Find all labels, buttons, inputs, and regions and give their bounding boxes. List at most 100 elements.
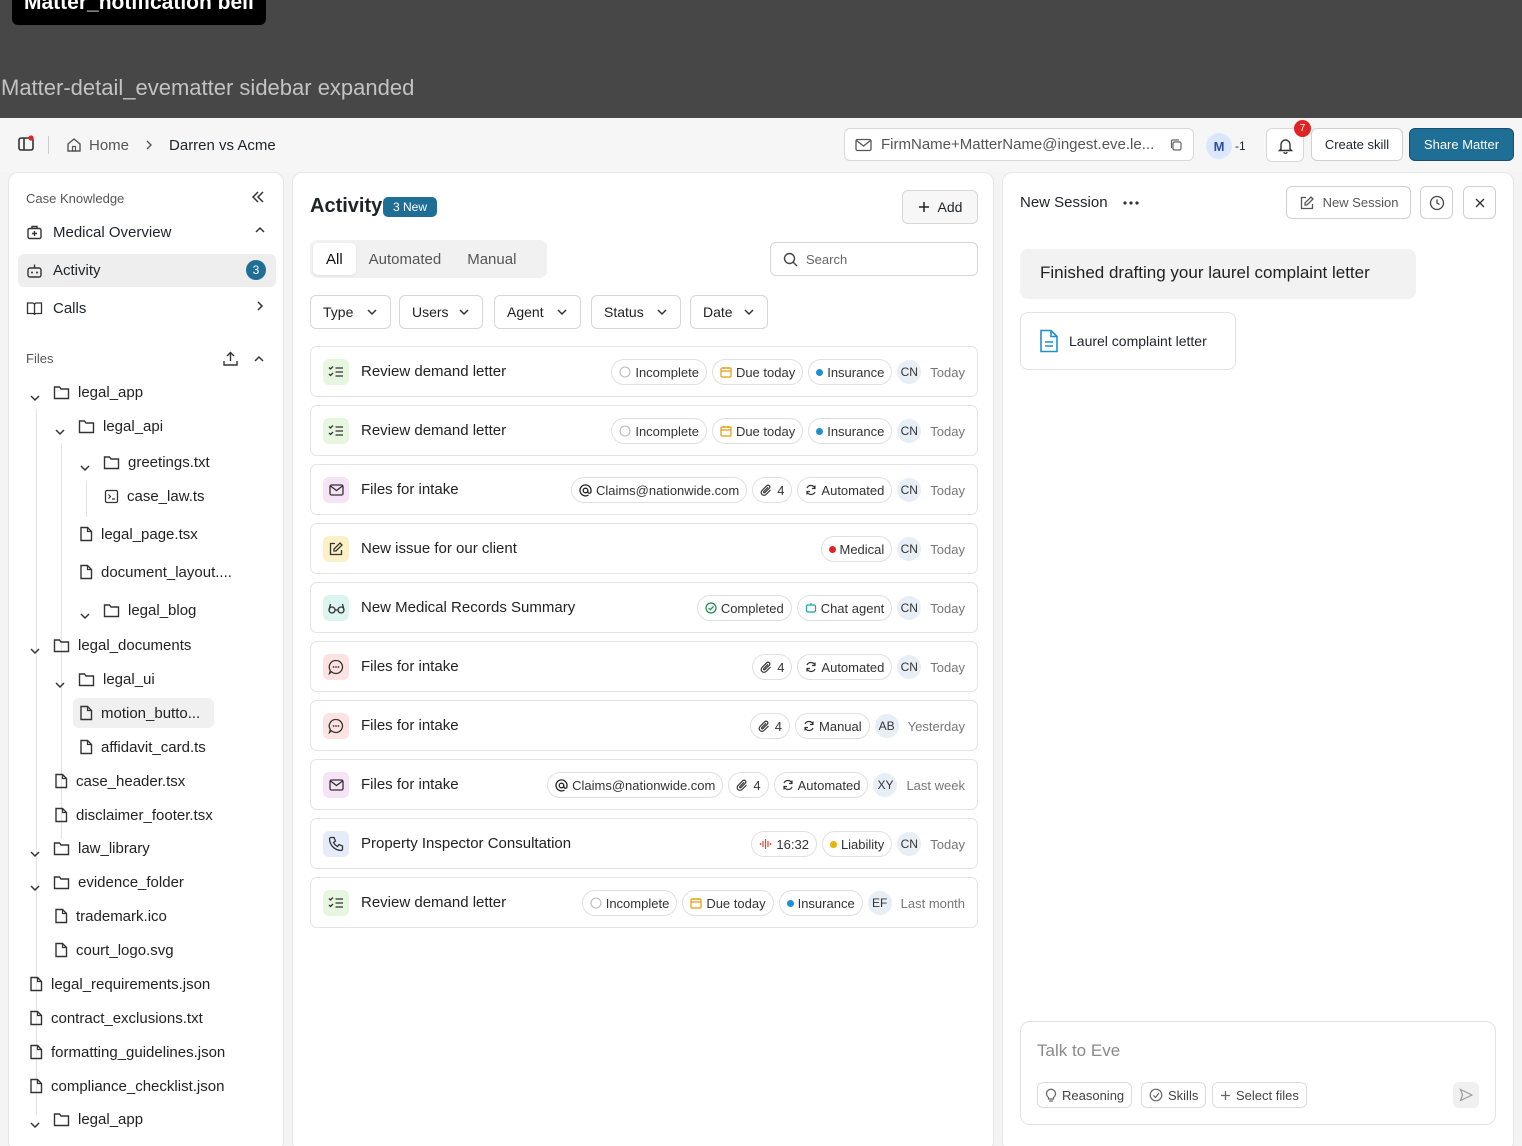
filter-status[interactable]: Status — [591, 295, 681, 329]
chevron-down-icon[interactable] — [29, 848, 41, 860]
share-matter-button[interactable]: Share Matter — [1409, 128, 1514, 161]
notification-bell-button[interactable]: 7 — [1266, 120, 1311, 162]
tab-manual[interactable]: Manual — [454, 243, 529, 275]
tree-file[interactable]: legal_page.tsx — [73, 519, 198, 549]
copy-icon[interactable] — [1169, 138, 1183, 152]
search-placeholder: Search — [806, 251, 848, 267]
activity-row[interactable]: Property Inspector Consultation 16:32 Liab… — [310, 818, 978, 869]
status-dot — [828, 545, 836, 553]
chat-composer[interactable]: Talk to Eve Reasoning Skills Select file… — [1020, 1021, 1496, 1125]
notification-count-badge: 7 — [1294, 120, 1311, 137]
chevron-down-icon[interactable] — [29, 882, 41, 894]
filter-label: Date — [703, 304, 733, 320]
chevron-down-icon[interactable] — [54, 679, 66, 691]
tree-file[interactable]: compliance_checklist.json — [23, 1071, 224, 1101]
chevron-down-icon[interactable] — [79, 462, 91, 474]
document-name: Laurel complaint letter — [1069, 333, 1207, 349]
chevron-down-icon[interactable] — [29, 392, 41, 404]
chat-input[interactable]: Talk to Eve — [1037, 1041, 1120, 1061]
tree-folder[interactable]: legal_blog — [97, 595, 196, 625]
tree-file[interactable]: affidavit_card.ts — [73, 732, 206, 762]
chevron-down-icon[interactable] — [79, 610, 91, 622]
sidebar-item-activity[interactable]: Activity 3 — [18, 254, 276, 287]
tree-file[interactable]: case_header.tsx — [48, 766, 185, 796]
chevron-down-icon[interactable] — [29, 1119, 41, 1131]
activity-tag-label: Due today — [706, 895, 766, 911]
activity-row[interactable]: New issue for our client Medical CN Today — [310, 523, 978, 574]
tree-file[interactable]: document_layout.... — [73, 557, 232, 587]
filter-type[interactable]: Type — [310, 295, 391, 329]
document-attachment[interactable]: Laurel complaint letter — [1020, 312, 1236, 370]
tree-file[interactable]: case_law.ts — [98, 481, 205, 511]
activity-tag-label: Due today — [735, 423, 796, 439]
activity-row[interactable]: Files for intake Claims@nationwide.com 4 Au… — [310, 464, 978, 515]
filter-users[interactable]: Users — [399, 295, 483, 329]
activity-row[interactable]: Files for intake 4 Automated CN Today — [310, 641, 978, 692]
activity-tag: Automated — [797, 654, 893, 680]
user-initials: CN — [897, 360, 922, 384]
file-icon — [29, 1078, 43, 1094]
tree-file[interactable]: formatting_guidelines.json — [23, 1037, 225, 1067]
tree-folder[interactable]: law_library — [47, 833, 150, 863]
activity-row[interactable]: New Medical Records Summary Completed Chat… — [310, 582, 978, 633]
tree-folder[interactable]: legal_api — [72, 411, 163, 441]
mail-icon — [323, 772, 349, 798]
sidebar-toggle-icon[interactable] — [17, 135, 35, 153]
tree-file[interactable]: motion_butto... — [73, 698, 215, 728]
chevron-down-icon[interactable] — [54, 426, 66, 438]
activity-row[interactable]: Review demand letter Incomplete Due today I… — [310, 346, 978, 397]
file-icon — [79, 705, 93, 721]
tree-folder[interactable]: legal_documents — [47, 630, 191, 660]
upload-icon[interactable] — [222, 350, 239, 367]
ingest-email: FirmName+MatterName@ingest.eve.le... — [881, 136, 1155, 153]
history-button[interactable] — [1420, 186, 1453, 219]
tab-automated[interactable]: Automated — [356, 243, 455, 275]
tree-folder[interactable]: evidence_folder — [47, 867, 184, 897]
sidebar-item-calls[interactable]: Calls — [18, 292, 276, 325]
chat-icon — [323, 654, 349, 680]
filter-date[interactable]: Date — [690, 295, 768, 329]
tree-folder[interactable]: greetings.txt — [97, 447, 210, 477]
skills-button[interactable]: Skills — [1141, 1082, 1207, 1108]
close-button[interactable] — [1463, 186, 1496, 219]
create-skill-button[interactable]: Create skill — [1311, 128, 1403, 161]
add-button[interactable]: Add — [902, 190, 978, 224]
tree-folder[interactable]: legal_app — [47, 377, 143, 407]
ingest-email-field[interactable]: FirmName+MatterName@ingest.eve.le... — [844, 128, 1194, 161]
activity-row[interactable]: Files for intake 4 Manual AB Yesterday — [310, 700, 978, 751]
sidebar-item-medical-overview[interactable]: Medical Overview — [18, 216, 276, 249]
more-options-icon[interactable] — [1123, 201, 1139, 205]
activity-date: Today — [930, 659, 965, 675]
collapse-sidebar-icon[interactable] — [251, 191, 265, 203]
members[interactable]: M -1 — [1206, 132, 1246, 160]
activity-tag: Chat agent — [796, 595, 893, 621]
status-dot-icon — [828, 545, 836, 553]
tree-file[interactable]: contract_exclusions.txt — [23, 1003, 203, 1033]
home-icon[interactable] — [66, 137, 82, 153]
check-circle-icon — [705, 602, 717, 614]
circle-icon — [590, 897, 602, 909]
mail-icon — [323, 477, 349, 503]
tree-item-label: legal_ui — [103, 670, 155, 688]
tree-file[interactable]: legal_requirements.json — [23, 969, 210, 999]
chevron-right-icon — [144, 140, 154, 150]
filter-agent[interactable]: Agent — [494, 295, 581, 329]
activity-row[interactable]: Review demand letter Incomplete Due today I… — [310, 877, 978, 928]
breadcrumb-home[interactable]: Home — [89, 137, 129, 154]
tree-file[interactable]: disclaimer_footer.tsx — [48, 800, 213, 830]
send-button[interactable] — [1453, 1082, 1479, 1108]
tree-folder[interactable]: legal_ui — [72, 664, 155, 694]
tree-file[interactable]: trademark.ico — [48, 901, 167, 931]
tab-all[interactable]: All — [313, 243, 356, 275]
status-dot — [816, 368, 824, 376]
activity-row[interactable]: Files for intake Claims@nationwide.com 4 Au… — [310, 759, 978, 810]
reasoning-button[interactable]: Reasoning — [1037, 1082, 1133, 1108]
tree-folder[interactable]: legal_app — [47, 1104, 143, 1134]
activity-row[interactable]: Review demand letter Incomplete Due today I… — [310, 405, 978, 456]
select-files-button[interactable]: Select files — [1212, 1082, 1307, 1108]
chevron-up-icon[interactable] — [253, 353, 265, 365]
tree-file[interactable]: court_logo.svg — [48, 935, 174, 965]
new-session-button[interactable]: New Session — [1286, 186, 1411, 219]
search-input[interactable]: Search — [770, 242, 978, 276]
chevron-down-icon[interactable] — [29, 645, 41, 657]
